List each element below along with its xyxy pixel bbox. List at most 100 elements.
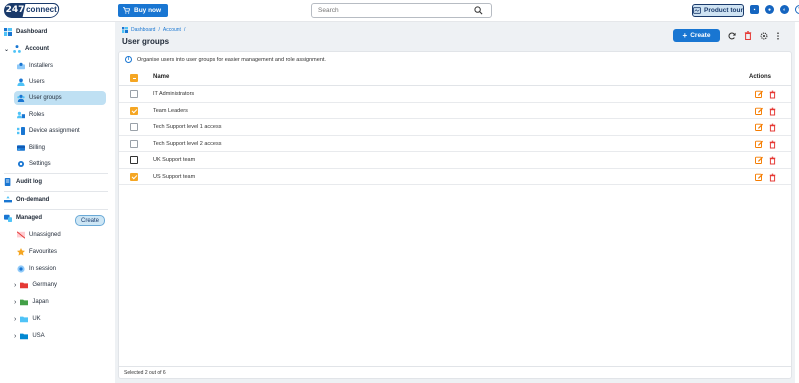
- column-header-name[interactable]: Name: [153, 74, 169, 80]
- more-options-icon[interactable]: [776, 31, 780, 40]
- edit-icon[interactable]: [755, 173, 763, 181]
- table-row[interactable]: Tech Support level 2 access: [119, 136, 791, 152]
- breadcrumb: Dashboard / Account /: [122, 27, 185, 33]
- delete-icon[interactable]: [769, 90, 776, 99]
- divider: [4, 209, 108, 210]
- group-name: UK Support team: [153, 157, 196, 163]
- row-checkbox[interactable]: [130, 172, 138, 181]
- delete-icon[interactable]: [769, 123, 776, 132]
- product-tour-button[interactable]: Product tour: [692, 4, 744, 17]
- gear-icon[interactable]: [760, 32, 768, 40]
- table-row[interactable]: UK Support team: [119, 152, 791, 169]
- group-name: Tech Support level 1 access: [153, 124, 222, 130]
- edit-icon[interactable]: [755, 156, 763, 164]
- sidebar-item-unassigned[interactable]: Unassigned: [17, 228, 61, 242]
- delete-icon[interactable]: [769, 140, 776, 149]
- sidebar-item-label: Germany: [32, 282, 58, 288]
- logo-word: connect: [21, 3, 61, 18]
- dashboard-icon: [122, 27, 128, 33]
- folder-icon: [20, 299, 29, 306]
- sidebar-item-label: Account: [25, 46, 50, 52]
- delete-icon[interactable]: [769, 173, 776, 182]
- sidebar-item-managed[interactable]: Managed: [4, 211, 42, 225]
- group-name: US Support team: [153, 173, 196, 180]
- row-checkbox[interactable]: [130, 156, 138, 164]
- sidebar-group-uk[interactable]: › UK: [14, 312, 41, 326]
- sidebar-item-billing[interactable]: Billing: [17, 141, 45, 155]
- sidebar-item-installers[interactable]: Installers: [17, 59, 53, 73]
- select-all-checkbox[interactable]: [130, 74, 138, 82]
- sidebar-item-on-demand[interactable]: On-demand: [4, 193, 49, 207]
- sidebar-item-user-groups[interactable]: User groups: [14, 91, 106, 105]
- chevron-right-icon[interactable]: ›: [14, 282, 16, 289]
- managed-devices-icon: [4, 214, 12, 222]
- sidebar-group-usa[interactable]: › USA: [14, 329, 45, 343]
- refresh-icon[interactable]: [728, 31, 736, 40]
- table-row[interactable]: Tech Support level 1 access: [119, 119, 791, 136]
- delete-icon[interactable]: [769, 156, 776, 165]
- star-icon: [17, 248, 25, 256]
- table-header: Name Actions: [119, 70, 791, 86]
- device-assignment-icon: [17, 127, 25, 135]
- edit-icon[interactable]: [755, 140, 763, 148]
- sidebar-item-account[interactable]: ⌄ Account: [4, 42, 49, 56]
- sidebar-item-label: Managed: [16, 215, 43, 221]
- row-checkbox[interactable]: [130, 123, 138, 131]
- info-text: Organise users into user groups for easi…: [137, 56, 326, 63]
- row-checkbox[interactable]: [130, 139, 138, 148]
- sidebar-item-roles[interactable]: Roles: [17, 108, 44, 122]
- theme-icon[interactable]: ◐: [780, 5, 789, 14]
- map-icon: [693, 7, 701, 14]
- delete-icon[interactable]: [744, 31, 752, 40]
- sidebar-item-audit-log[interactable]: Audit log: [4, 175, 42, 189]
- sidebar-group-germany[interactable]: › Germany: [14, 278, 57, 292]
- search-icon[interactable]: [474, 6, 483, 15]
- table-row[interactable]: Team Leaders: [119, 103, 791, 119]
- logo[interactable]: 247 connect: [4, 3, 61, 18]
- on-demand-create-button[interactable]: Create: [75, 215, 105, 226]
- sidebar-item-label: Dashboard: [16, 29, 48, 35]
- create-label: Create: [690, 32, 711, 39]
- sidebar-item-device-assignment[interactable]: Device assignment: [17, 124, 80, 138]
- chevron-right-icon[interactable]: ›: [14, 333, 16, 340]
- chevron-right-icon[interactable]: ›: [14, 299, 16, 306]
- user-groups-card: i Organise users into user groups for ea…: [118, 51, 792, 379]
- sidebar-item-favourites[interactable]: Favourites: [17, 245, 57, 259]
- sidebar-item-label: Unassigned: [29, 232, 61, 238]
- breadcrumb-dashboard[interactable]: Dashboard: [131, 27, 155, 33]
- sidebar-item-users[interactable]: Users: [17, 75, 45, 89]
- edit-icon[interactable]: [755, 123, 763, 131]
- sidebar-group-japan[interactable]: › Japan: [14, 295, 49, 309]
- search-box[interactable]: [311, 3, 492, 18]
- breadcrumb-separator: /: [158, 27, 160, 33]
- sidebar-item-label: Favourites: [29, 249, 58, 255]
- table-row[interactable]: IT Administrators: [119, 86, 791, 103]
- help-icon[interactable]: ?: [795, 5, 799, 14]
- table-row[interactable]: US Support team: [119, 169, 791, 185]
- sidebar-item-label: Device assignment: [29, 128, 80, 134]
- row-checkbox[interactable]: [130, 90, 138, 98]
- user-group-icon: [17, 94, 25, 102]
- selection-footer: Selected 2 out of 6: [119, 366, 791, 379]
- main-content: Dashboard / Account / User groups + Crea…: [115, 22, 795, 383]
- breadcrumb-account[interactable]: Account: [163, 27, 181, 33]
- edit-icon[interactable]: [755, 90, 763, 98]
- language-icon[interactable]: ●: [765, 5, 774, 14]
- sidebar-item-label: Settings: [29, 161, 51, 167]
- sidebar-item-in-session[interactable]: In session: [17, 262, 56, 276]
- cart-icon: [123, 7, 130, 14]
- row-checkbox[interactable]: [130, 106, 138, 115]
- chevron-down-icon: ⌄: [4, 46, 10, 53]
- edit-icon[interactable]: [755, 107, 763, 115]
- chat-icon[interactable]: ▪: [750, 5, 759, 14]
- sidebar-item-dashboard[interactable]: Dashboard: [4, 25, 47, 39]
- create-button[interactable]: + Create: [673, 29, 720, 42]
- user-icon: [17, 78, 25, 86]
- chevron-right-icon[interactable]: ›: [14, 316, 16, 323]
- unassigned-icon: [17, 231, 25, 239]
- buy-now-button[interactable]: Buy now: [118, 4, 168, 17]
- search-input[interactable]: [318, 7, 468, 14]
- sidebar-item-label: USA: [32, 333, 45, 339]
- delete-icon[interactable]: [769, 107, 776, 116]
- sidebar-item-settings[interactable]: Settings: [17, 157, 51, 171]
